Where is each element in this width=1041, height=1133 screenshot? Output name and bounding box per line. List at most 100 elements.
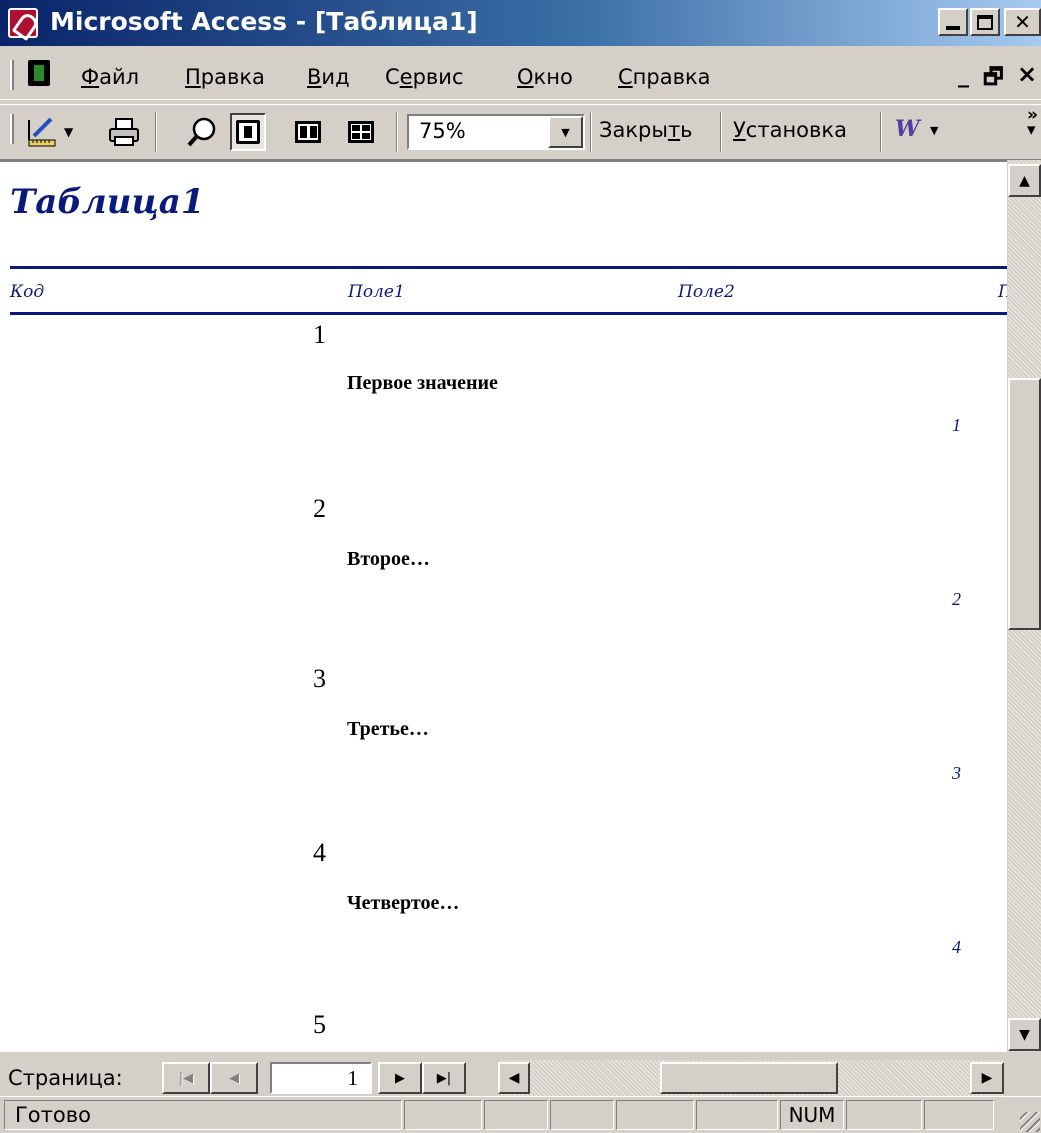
column-header-field3: П [998, 282, 1007, 302]
minimize-icon [946, 26, 960, 30]
menu-window-accel: О [517, 65, 534, 89]
menu-file-accel: Ф [81, 65, 100, 89]
toolbar-separator [880, 112, 882, 152]
close-button[interactable]: ✕ [1004, 8, 1041, 36]
document-icon[interactable] [28, 60, 50, 86]
scroll-left-button[interactable]: ◀ [498, 1062, 530, 1094]
scroll-up-button[interactable]: ▲ [1008, 164, 1041, 197]
office-links-dropdown[interactable]: ▼ [930, 124, 938, 137]
menu-tools[interactable]: Сервис [385, 65, 464, 89]
document-minimize-button[interactable]: _ [958, 63, 969, 88]
arrow-right-icon: ▶ [981, 1070, 993, 1086]
horizontal-scroll-thumb[interactable] [660, 1062, 838, 1094]
column-header-field2: Поле2 [678, 282, 735, 302]
menu-edit-label: равка [200, 65, 265, 89]
row-field2: 4 [952, 937, 961, 957]
previous-page-icon: ◀ [229, 1070, 239, 1086]
menu-edit[interactable]: Правка [185, 65, 265, 89]
header-rule-bottom [10, 312, 1007, 315]
close-preview-button[interactable]: Закрыть [599, 118, 693, 142]
arrow-down-icon: ▼ [1019, 1026, 1030, 1043]
two-pages-button[interactable] [290, 113, 326, 151]
row-code: 4 [313, 838, 326, 867]
row-code: 2 [313, 494, 326, 523]
toolbar-separator [720, 112, 722, 152]
status-pane [550, 1100, 614, 1130]
access-app-icon[interactable] [8, 8, 38, 38]
close-icon: ✕ [1014, 10, 1031, 34]
menu-help-accel: С [618, 65, 633, 89]
report-title: Таблица1 [10, 182, 205, 222]
close-preview-label-post: ь [680, 118, 693, 142]
report-preview-pane[interactable]: Таблица1 Код Поле1 Поле2 П 1 Первое знач… [0, 160, 1007, 1052]
page-label: Страница: [8, 1066, 123, 1090]
current-page-value: 1 [347, 1066, 359, 1090]
page-setup-button[interactable]: Установка [733, 118, 847, 142]
status-pane [404, 1100, 482, 1130]
close-icon: × [1017, 60, 1038, 88]
zoom-dropdown-button[interactable]: ▼ [548, 116, 583, 148]
chevron-down-icon: ▼ [561, 125, 570, 139]
close-preview-label-pre: Закры [599, 118, 668, 142]
toolbar-grip[interactable] [10, 114, 14, 144]
menu-file[interactable]: Файл [81, 65, 139, 89]
restore-icon: 🗗 [983, 65, 1004, 90]
maximize-icon [977, 14, 993, 30]
status-pane [484, 1100, 548, 1130]
scroll-right-button[interactable]: ▶ [970, 1062, 1004, 1094]
row-field2: 3 [952, 763, 961, 783]
minimize-button[interactable] [938, 8, 968, 36]
column-header-code: Код [10, 282, 45, 302]
status-text: Готово [4, 1100, 402, 1130]
resize-grip[interactable] [1020, 1112, 1040, 1132]
arrow-up-icon: ▲ [1019, 172, 1030, 189]
multiple-pages-icon [348, 121, 374, 143]
office-links-button[interactable]: W [895, 116, 920, 142]
last-page-button[interactable]: ▶| [422, 1062, 466, 1094]
zoom-button[interactable] [184, 113, 220, 151]
zoom-value: 75% [419, 119, 466, 143]
magnifier-icon [187, 117, 216, 147]
status-pane [924, 1100, 994, 1130]
multiple-pages-button[interactable] [343, 113, 379, 151]
one-page-button[interactable] [230, 113, 266, 151]
print-button[interactable] [106, 113, 142, 151]
chevron-right-icon: » ▾ [1027, 105, 1038, 140]
row-field1: Третье… [347, 718, 429, 740]
menu-tools-accel: е [399, 65, 413, 89]
word-icon: W [895, 116, 920, 142]
scroll-down-button[interactable]: ▼ [1008, 1018, 1041, 1051]
toolbar-separator [396, 112, 398, 152]
num-lock-indicator: NUM [780, 1100, 844, 1130]
document-restore-button[interactable]: 🗗 [983, 60, 1004, 98]
next-page-button[interactable]: ▶ [378, 1062, 422, 1094]
menu-view[interactable]: Вид [307, 65, 350, 89]
document-close-button[interactable]: × [1017, 60, 1037, 88]
design-view-button[interactable] [26, 113, 62, 151]
menu-grip[interactable] [10, 60, 14, 90]
menu-edit-accel: П [185, 65, 201, 89]
arrow-left-icon: ◀ [508, 1070, 520, 1086]
two-pages-icon [295, 121, 321, 143]
row-code: 1 [313, 320, 326, 349]
status-pane [616, 1100, 694, 1130]
menu-tools-label: рвис [412, 65, 464, 89]
row-field1: Первое значение [347, 372, 498, 394]
menu-window[interactable]: Окно [517, 65, 573, 89]
maximize-button[interactable] [970, 8, 1000, 36]
menu-file-label: айл [99, 65, 140, 89]
previous-page-button[interactable]: ◀ [210, 1062, 258, 1094]
row-field2: 1 [952, 415, 961, 435]
vertical-scroll-thumb[interactable] [1008, 378, 1041, 630]
toolbar-options-button[interactable]: » ▾ [1027, 105, 1038, 140]
status-pane [846, 1100, 922, 1130]
toolbar-separator [590, 112, 592, 152]
first-page-button[interactable]: |◀ [162, 1062, 210, 1094]
design-view-dropdown[interactable]: ▼ [64, 125, 73, 139]
page-setup-label: становка [745, 118, 847, 142]
current-page-input[interactable]: 1 [270, 1062, 372, 1094]
menu-help[interactable]: Справка [618, 65, 711, 89]
menu-window-label: кно [533, 65, 573, 89]
status-pane [696, 1100, 778, 1130]
column-header-field1: Поле1 [348, 282, 405, 302]
